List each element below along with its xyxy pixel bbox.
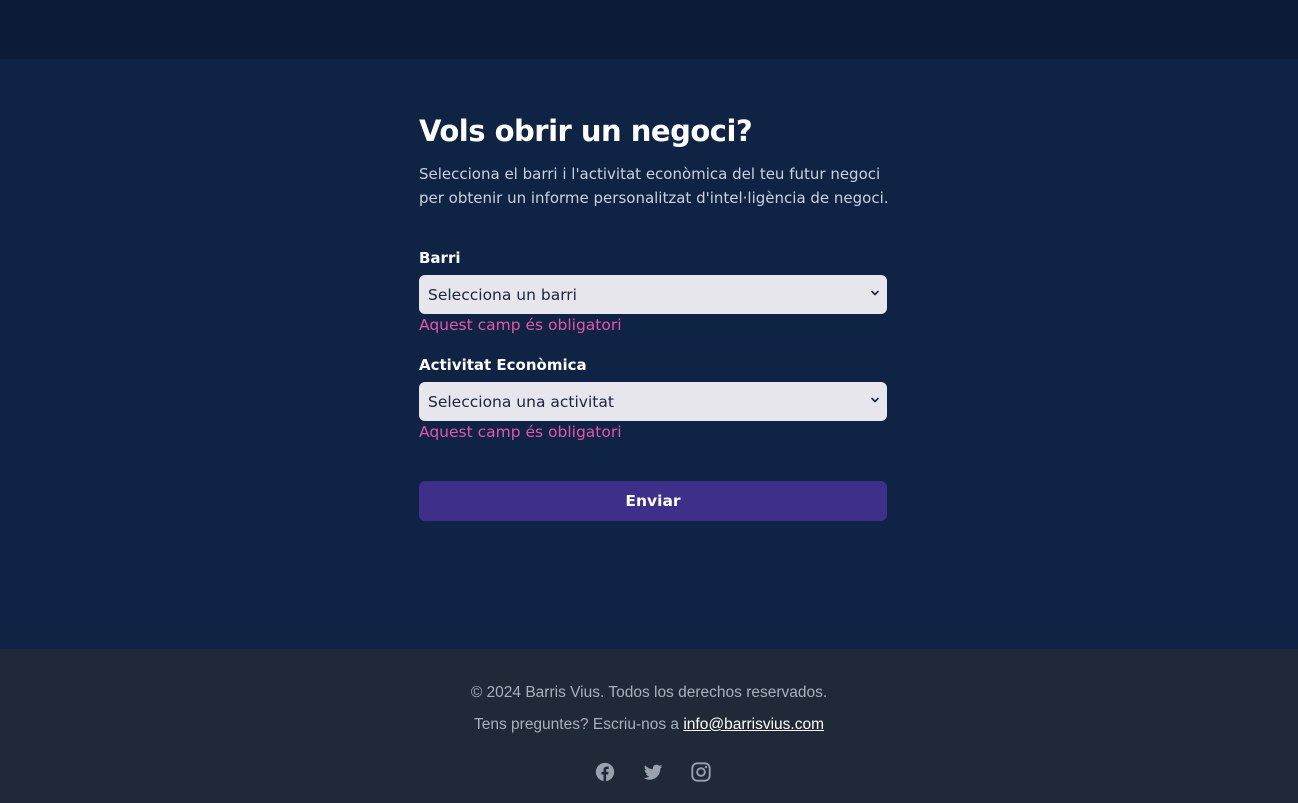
contact-line: Tens preguntes? Escriu-nos a info@barris…: [0, 716, 1298, 734]
instagram-icon[interactable]: [690, 761, 712, 783]
copyright-text: © 2024 Barris Vius. Todos los derechos r…: [470, 684, 828, 701]
page-description: Selecciona el barri i l'activitat econòm…: [419, 165, 889, 207]
chevron-down-icon: [871, 290, 879, 296]
social-links: [594, 761, 712, 783]
footer: © 2024 Barris Vius. Todos los derechos r…: [0, 649, 1298, 803]
top-bar: [0, 0, 1298, 59]
twitter-icon[interactable]: [642, 761, 664, 783]
barri-error-message: Aquest camp és obligatori: [419, 316, 622, 334]
main-section: Vols obrir un negoci? Selecciona el barr…: [0, 59, 1298, 649]
chevron-down-icon: [871, 397, 879, 403]
barri-select-value: Selecciona un barri: [428, 285, 577, 304]
submit-button[interactable]: Enviar: [419, 481, 887, 521]
barri-select[interactable]: Selecciona un barri: [419, 275, 887, 314]
contact-prefix: Tens preguntes? Escriu-nos a: [473, 716, 684, 733]
activitat-error-message: Aquest camp és obligatori: [419, 423, 622, 441]
activitat-label: Activitat Econòmica: [419, 356, 587, 374]
activitat-select-value: Selecciona una activitat: [428, 392, 614, 411]
barri-label: Barri: [419, 249, 461, 267]
activitat-select[interactable]: Selecciona una activitat: [419, 382, 887, 421]
facebook-icon[interactable]: [594, 761, 616, 783]
page-title: Vols obrir un negoci?: [419, 114, 753, 148]
contact-email-link[interactable]: info@barrisvius.com: [683, 716, 824, 733]
